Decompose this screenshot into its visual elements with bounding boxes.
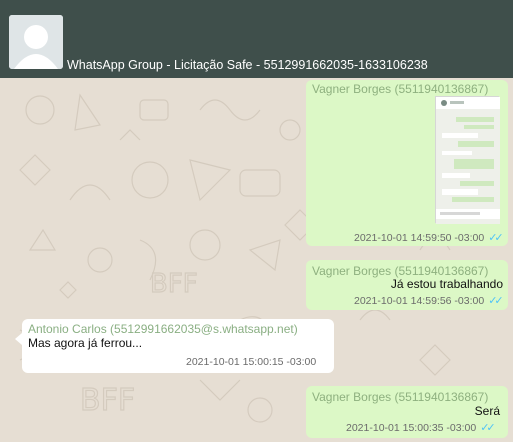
double-check-icon: ✓✓ [488,232,504,244]
message-sender: Vagner Borges (5511940136867) [312,264,489,278]
image-preview [436,97,500,224]
message-sender: Vagner Borges (5511940136867) [312,390,489,404]
double-check-icon: ✓✓ [480,422,496,434]
message-sender: Antonio Carlos (5512991662035@s.whatsapp… [28,322,298,336]
message-bubble-outgoing[interactable]: Vagner Borges (5511940136867) Já estou t… [306,260,508,310]
message-timestamp: 2021-10-01 14:59:56 -03:00 [354,295,485,307]
message-meta: 2021-10-01 14:59:50 -03:00 ✓✓ [354,230,504,245]
message-text: Será [474,404,500,418]
message-bubble-incoming[interactable]: Antonio Carlos (5512991662035@s.whatsapp… [15,319,334,373]
message-text: Mas agora já ferrou... [28,336,143,350]
message-sender: Vagner Borges (5511940136867) [312,82,489,96]
message-timestamp: 2021-10-01 15:00:35 -03:00 [346,422,477,434]
default-user-avatar-icon [9,15,63,69]
message-timestamp: 2021-10-01 14:59:50 -03:00 [354,232,485,244]
message-image-thumbnail[interactable] [435,96,500,224]
svg-text:BFF: BFF [80,383,135,418]
message-meta: 2021-10-01 15:00:35 -03:00 ✓✓ [346,420,496,435]
chat-header: WhatsApp Group - Licitação Safe - 551299… [0,0,513,78]
svg-text:BFF: BFF [150,269,198,299]
chat-title: WhatsApp Group - Licitação Safe - 551299… [67,58,428,72]
group-avatar[interactable] [9,15,63,69]
double-check-icon: ✓✓ [488,295,504,307]
message-text: Já estou trabalhando [390,277,503,291]
bubble-tail [15,333,22,345]
message-bubble-outgoing[interactable]: Vagner Borges (5511940136867) Será 2021-… [306,386,508,438]
message-timestamp: 2021-10-01 15:00:15 -03:00 [186,356,317,368]
message-meta: 2021-10-01 14:59:56 -03:00 ✓✓ [354,293,504,308]
